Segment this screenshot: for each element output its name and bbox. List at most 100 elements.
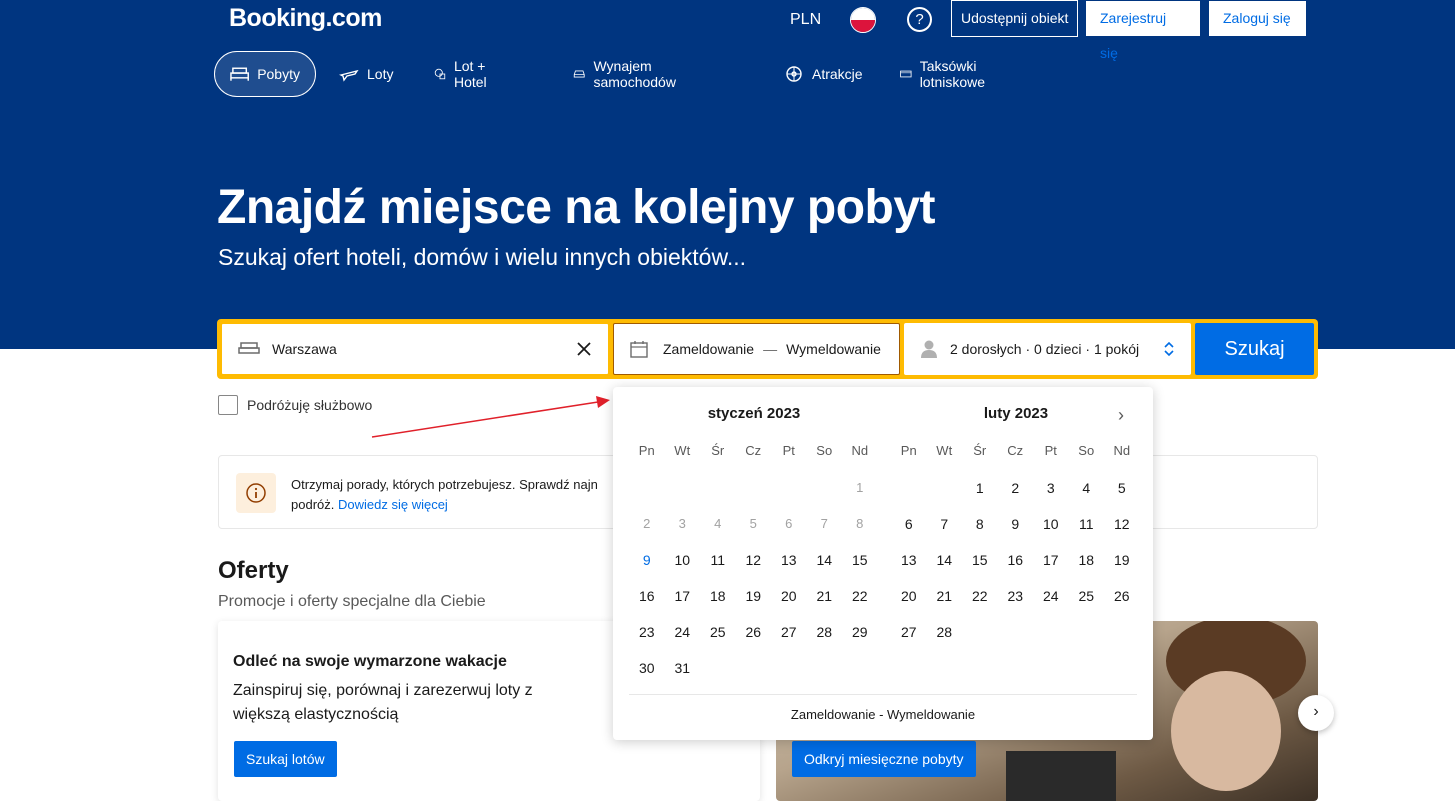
calendar-day[interactable]: 10 [1033, 506, 1069, 542]
calendar-day[interactable]: 23 [629, 614, 665, 650]
calendar-day[interactable]: 9 [629, 542, 665, 578]
calendar-day[interactable]: 25 [1069, 578, 1105, 614]
checkin-label: Zameldowanie [663, 341, 755, 357]
calendar-day[interactable]: 31 [665, 650, 701, 686]
destination-input[interactable]: Warszawa [272, 341, 576, 357]
weekday-label: Śr [711, 443, 725, 458]
calendar-day[interactable]: 9 [998, 506, 1034, 542]
nav-item-attractions[interactable]: Atrakcje [784, 51, 863, 97]
calendar-day[interactable]: 6 [891, 506, 927, 542]
calendar-day[interactable]: 18 [700, 578, 736, 614]
calendar-day[interactable]: 17 [1033, 542, 1069, 578]
plane-icon [339, 69, 359, 82]
nav-item-flight-hotel[interactable]: Lot + Hotel [434, 51, 495, 97]
calendar-day[interactable]: 15 [842, 542, 878, 578]
calendar-day[interactable]: 13 [891, 542, 927, 578]
calendar-day[interactable]: 24 [1033, 578, 1069, 614]
calendar-day[interactable]: 12 [1104, 506, 1140, 542]
calendar-day[interactable]: 2 [998, 470, 1034, 506]
calendar-day[interactable]: 20 [891, 578, 927, 614]
calendar-day[interactable]: 7 [927, 506, 963, 542]
offers-title: Oferty [218, 557, 289, 584]
list-property-button[interactable]: Udostępnij obiekt [951, 0, 1079, 37]
calendar-day[interactable]: 22 [962, 578, 998, 614]
info-text-line: Otrzymaj porady, których potrzebujesz. S… [291, 477, 598, 492]
calendar-day[interactable]: 11 [700, 542, 736, 578]
calendar-day[interactable]: 19 [736, 578, 772, 614]
empty-day [927, 470, 963, 506]
calendar-day[interactable]: 22 [842, 578, 878, 614]
nav-item-stays[interactable]: Pobyty [214, 51, 316, 97]
next-month-icon[interactable]: › [1118, 405, 1124, 426]
month-february: luty 2023 Pn Wt Śr Cz Pt So Nd 1 2 3 4 5 6 7 8 9 10 11 12… [891, 405, 1141, 650]
currency-selector[interactable]: PLN [790, 11, 821, 29]
empty-day [736, 470, 772, 506]
month-january: styczeń 2023 Pn Wt Śr Cz Pt So Nd 1 2 3 4 5 6 7 8 9 10 1… [629, 405, 879, 686]
calendar-day: 3 [678, 516, 686, 531]
weekday-row: Pn Wt Śr Cz Pt So Nd [891, 443, 1141, 458]
calendar-day[interactable]: 21 [807, 578, 843, 614]
business-travel-checkbox[interactable] [218, 395, 238, 415]
calendar-day[interactable]: 3 [1033, 470, 1069, 506]
nav-item-car-rental[interactable]: Wynajem samochodów [573, 51, 683, 97]
calendar-day[interactable]: 11 [1069, 506, 1105, 542]
calendar-day[interactable]: 28 [927, 614, 963, 650]
destination-field[interactable]: Warszawa [221, 323, 609, 375]
attractions-icon [786, 66, 802, 82]
calendar-day[interactable]: 14 [807, 542, 843, 578]
calendar-day[interactable]: 12 [736, 542, 772, 578]
calendar-day[interactable]: 17 [665, 578, 701, 614]
search-flights-button[interactable]: Szukaj lotów [234, 741, 337, 777]
calendar-day[interactable]: 16 [629, 578, 665, 614]
calendar-day[interactable]: 13 [771, 542, 807, 578]
poland-flag-icon[interactable] [850, 7, 876, 33]
calendar-day[interactable]: 8 [962, 506, 998, 542]
calendar-day[interactable]: 4 [1069, 470, 1105, 506]
calendar-day[interactable]: 25 [700, 614, 736, 650]
calendar-day[interactable]: 26 [1104, 578, 1140, 614]
dates-field[interactable]: Zameldowanie — Wymeldowanie [613, 323, 900, 375]
nav-item-airport-taxis[interactable]: Taksówki lotniskowe [900, 51, 993, 97]
info-text-line2: podróż. [291, 497, 335, 512]
calendar-day[interactable]: 28 [807, 614, 843, 650]
calendar-day[interactable]: 15 [962, 542, 998, 578]
calendar-day[interactable]: 20 [771, 578, 807, 614]
calendar-day[interactable]: 29 [842, 614, 878, 650]
day-grid: 1 2 3 4 5 6 7 8 9 10 11 12 13 14 15 16 17 18 19 20 21 22 23 24 2… [629, 470, 879, 686]
booking-logo[interactable]: Booking.com [229, 4, 382, 33]
calendar-day[interactable]: 5 [1104, 470, 1140, 506]
calendar-day[interactable]: 26 [736, 614, 772, 650]
login-button[interactable]: Zaloguj się [1209, 1, 1306, 36]
calendar-day[interactable]: 23 [998, 578, 1034, 614]
calendar-day[interactable]: 14 [927, 542, 963, 578]
hero-banner [0, 0, 1455, 349]
calendar-day[interactable]: 21 [927, 578, 963, 614]
clear-icon[interactable] [576, 341, 592, 357]
card-title: Odleć na swoje wymarzone wakacje [233, 653, 507, 670]
monthly-stays-button[interactable]: Odkryj miesięczne pobyty [792, 741, 976, 777]
info-icon [246, 483, 266, 503]
calendar-day[interactable]: 16 [998, 542, 1034, 578]
calendar-day[interactable]: 10 [665, 542, 701, 578]
carousel-next-button[interactable]: › [1298, 695, 1334, 731]
business-travel-row[interactable]: Podróżuję służbowo [218, 395, 372, 415]
empty-day [891, 470, 927, 506]
help-icon[interactable]: ? [907, 7, 932, 32]
search-button[interactable]: Szukaj [1195, 323, 1314, 375]
nav-item-flights[interactable]: Loty [339, 51, 393, 97]
weekday-row: Pn Wt Śr Cz Pt So Nd [629, 443, 879, 458]
calendar-day[interactable]: 27 [771, 614, 807, 650]
calendar-day[interactable]: 18 [1069, 542, 1105, 578]
calendar-day[interactable]: 30 [629, 650, 665, 686]
date-picker: styczeń 2023 Pn Wt Śr Cz Pt So Nd 1 2 3 4 5 6 7 8 9 10 1… [613, 387, 1153, 740]
calendar-day[interactable]: 24 [665, 614, 701, 650]
calendar-day[interactable]: 19 [1104, 542, 1140, 578]
register-button[interactable]: Zarejestruj się [1086, 1, 1200, 61]
weekday-label: Pn [638, 443, 655, 458]
guests-field[interactable]: 2 dorosłych · 0 dzieci · 1 pokój [904, 323, 1191, 375]
person-icon [921, 340, 937, 358]
calendar-day[interactable]: 27 [891, 614, 927, 650]
nav-label: Wynajem samochodów [593, 58, 676, 90]
calendar-day[interactable]: 1 [962, 470, 998, 506]
learn-more-link[interactable]: Dowiedz się więcej [338, 497, 448, 512]
